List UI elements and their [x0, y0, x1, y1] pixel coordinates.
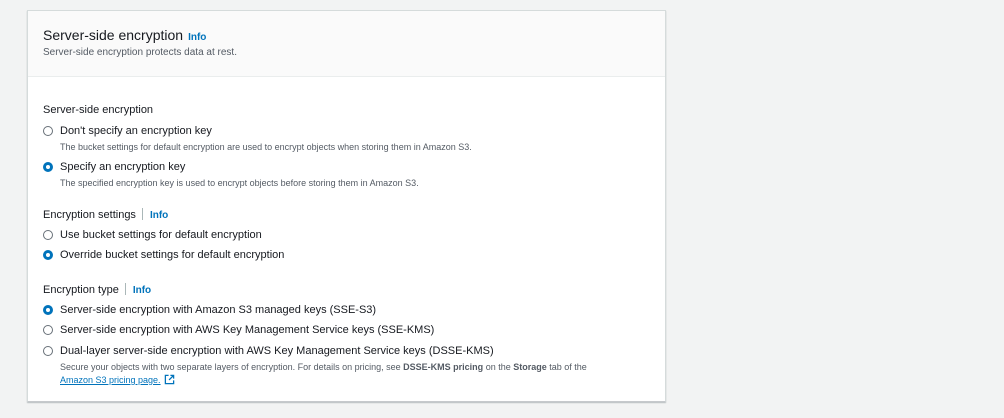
encryption-type-label: Encryption type Info	[43, 283, 151, 296]
radio-override-bucket-settings[interactable]: Override bucket settings for default enc…	[43, 249, 284, 262]
radio-dsse-kms[interactable]: Dual-layer server-side encryption with A…	[43, 345, 587, 389]
panel-title-text: Server-side encryption	[43, 27, 184, 43]
panel-description: Server-side encryption protects data at …	[43, 47, 237, 58]
radio-button[interactable]	[43, 126, 53, 136]
radio-button[interactable]	[43, 346, 53, 356]
desc-bold-pricing: DSSE-KMS pricing	[403, 362, 484, 372]
external-link-icon[interactable]	[164, 374, 175, 389]
sse-group-label: Server-side encryption	[43, 104, 154, 116]
encryption-settings-info-link[interactable]: Info	[150, 210, 168, 221]
radio-description: Secure your objects with two separate la…	[60, 361, 587, 389]
radio-button[interactable]	[43, 230, 53, 240]
desc-text: tab of the	[546, 362, 587, 372]
desc-text: on the	[483, 362, 514, 372]
panel-header: Server-side encryption Info Server-side e…	[28, 11, 665, 77]
encryption-type-text: Encryption type	[43, 284, 119, 296]
radio-label: Don't specify an encryption key	[60, 125, 212, 137]
radio-button-checked[interactable]	[43, 162, 53, 172]
radio-use-bucket-settings[interactable]: Use bucket settings for default encrypti…	[43, 229, 262, 242]
radio-label: Override bucket settings for default enc…	[60, 249, 285, 261]
encryption-settings-label: Encryption settings Info	[43, 208, 168, 221]
radio-button-checked[interactable]	[43, 305, 53, 315]
radio-sse-s3[interactable]: Server-side encryption with Amazon S3 ma…	[43, 304, 376, 317]
s3-pricing-link[interactable]: Amazon S3 pricing page.	[60, 375, 161, 385]
radio-button-checked[interactable]	[43, 250, 53, 260]
desc-text: Secure your objects with two separate la…	[60, 362, 404, 372]
radio-sse-kms[interactable]: Server-side encryption with AWS Key Mana…	[43, 324, 434, 337]
divider	[141, 208, 143, 220]
radio-label: Dual-layer server-side encryption with A…	[60, 345, 494, 357]
radio-label: Specify an encryption key	[60, 161, 186, 173]
desc-bold-storage: Storage	[513, 362, 547, 372]
radio-label: Use bucket settings for default encrypti…	[60, 229, 262, 241]
radio-description: The bucket settings for default encrypti…	[60, 142, 472, 152]
panel-title: Server-side encryption Info	[43, 27, 206, 43]
radio-button[interactable]	[43, 325, 53, 335]
header-info-link[interactable]: Info	[188, 32, 206, 43]
radio-specify-key[interactable]: Specify an encryption key The specified …	[43, 161, 419, 190]
encryption-panel: Server-side encryption Info Server-side e…	[27, 10, 666, 402]
encryption-settings-text: Encryption settings	[43, 209, 136, 221]
radio-label: Server-side encryption with AWS Key Mana…	[60, 324, 435, 336]
radio-dont-specify-key[interactable]: Don't specify an encryption key The buck…	[43, 125, 472, 154]
divider	[124, 283, 126, 295]
encryption-type-info-link[interactable]: Info	[133, 285, 151, 296]
radio-description: The specified encryption key is used to …	[60, 178, 419, 188]
radio-label: Server-side encryption with Amazon S3 ma…	[60, 304, 377, 316]
